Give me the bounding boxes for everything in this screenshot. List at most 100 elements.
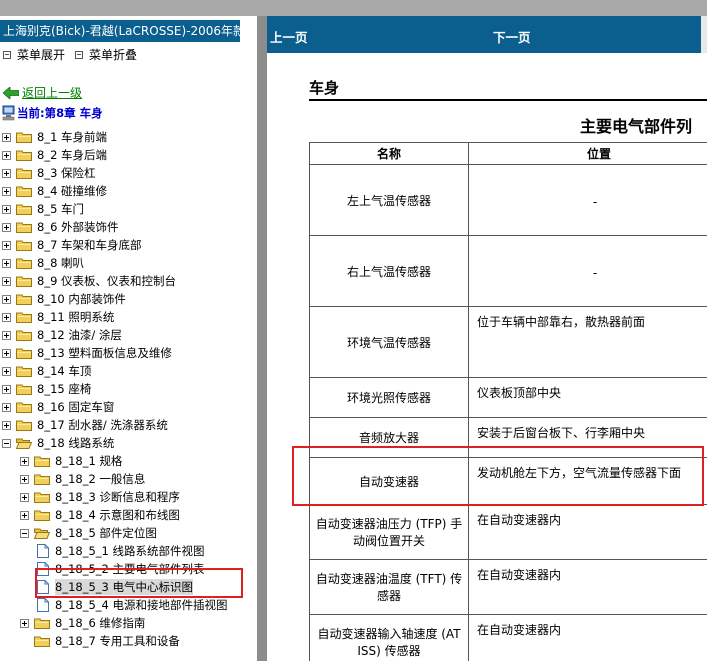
expand-icon[interactable] [2,402,11,412]
folder-icon [34,492,50,503]
tree-item[interactable]: 8_18_1 规格 [20,452,122,470]
tree-item-label: 8_11 照明系统 [37,310,115,324]
expand-icon[interactable] [2,222,11,232]
part-name-cell: 环境气温传感器 [309,306,469,378]
tree-item[interactable]: 8_18 线路系统 [2,434,114,452]
expand-icon[interactable] [2,132,11,142]
expand-icon[interactable] [2,186,11,196]
tree-item-label: 8_16 固定车窗 [37,400,115,414]
tree-item[interactable]: 8_6 外部装饰件 [2,218,119,236]
tree-item[interactable]: 8_7 车架和车身底部 [2,236,142,254]
part-location-cell: 在自动变速器内 [468,559,707,615]
tree-item-label: 8_4 碰撞维修 [37,184,108,198]
folder-icon [16,348,32,359]
expand-icon[interactable] [20,474,29,484]
computer-icon [2,105,15,121]
tree-item-label: 8_3 保险杠 [37,166,96,180]
menu-expand-button[interactable]: 菜单展开 [3,46,65,63]
selection-highlight-box [35,568,243,598]
expand-icon[interactable] [2,276,11,286]
tree-item[interactable]: 8_16 固定车窗 [2,398,114,416]
expand-icon[interactable] [20,456,29,466]
tree-item-label: 8_18_7 专用工具和设备 [55,634,180,648]
expand-icon[interactable] [20,492,29,502]
folder-icon [34,456,50,467]
folder-icon [16,132,32,143]
table-row: 自动变速器油压力 (TFP) 手动阀位置开关 在自动变速器内 [309,504,707,560]
collapse-square-icon [75,50,83,59]
tree-item[interactable]: 8_18_5 部件定位图 [20,524,157,542]
tree-item-label: 8_18_2 一般信息 [55,472,146,486]
expand-icon[interactable] [2,420,11,430]
tree-item[interactable]: 8_12 油漆/ 涂层 [2,326,122,344]
expand-icon[interactable] [2,204,11,214]
tree-item[interactable]: 8_2 车身后端 [2,146,107,164]
table-row: 自动变速器油温度 (TFT) 传感器 在自动变速器内 [309,559,707,615]
table-row: 右上气温传感器 - [309,235,707,307]
tree-item-label: 8_18_5_1 线路系统部件视图 [55,544,205,558]
tree-item[interactable]: 8_15 座椅 [2,380,91,398]
expand-icon[interactable] [2,150,11,160]
tree-item[interactable]: 8_18_6 维修指南 [20,614,145,632]
tree-item[interactable]: 8_11 照明系统 [2,308,114,326]
folder-icon [16,294,32,305]
expand-icon[interactable] [2,366,11,376]
tree-item[interactable]: 8_18_5_1 线路系统部件视图 [37,542,205,560]
expand-icon[interactable] [2,240,11,250]
tree-item[interactable]: 8_8 喇叭 [2,254,84,272]
tree-item[interactable]: 8_18_3 诊断信息和程序 [20,488,180,506]
content-pane: 上一页 下一页 车身 主要电气部件列 名称 位置 左上气温传感器 - 右上气温传感器… [267,16,707,661]
tree-item[interactable]: 8_18_5_4 电源和接地部件插视图 [37,596,228,614]
current-chapter: 当前:第8章 车身 [2,105,103,121]
page-navigation-bar: 上一页 下一页 [267,16,707,53]
table-row: 环境光照传感器 仪表板顶部中央 [309,377,707,418]
tree-item-label: 8_13 塑料面板信息及维修 [37,346,172,360]
expand-icon[interactable] [20,618,29,628]
table-row: 环境气温传感器 位于车辆中部靠右，散热器前面 [309,306,707,378]
tree-item[interactable]: 8_13 塑料面板信息及维修 [2,344,172,362]
tree-item[interactable]: 8_10 内部装饰件 [2,290,126,308]
tree-item[interactable]: 8_18_2 一般信息 [20,470,145,488]
collapse-icon[interactable] [2,438,11,448]
document-icon [37,598,49,612]
tree-item[interactable]: 8_4 碰撞维修 [2,182,107,200]
tree-item-label: 8_18 线路系统 [37,436,115,450]
tree-item[interactable]: 8_3 保险杠 [2,164,96,182]
expand-icon[interactable] [2,312,11,322]
expand-icon[interactable] [2,348,11,358]
expand-icon[interactable] [20,510,29,520]
tree-item[interactable]: 8_5 车门 [2,200,84,218]
expand-icon[interactable] [2,168,11,178]
folder-icon [16,258,32,269]
expand-icon[interactable] [2,384,11,394]
expand-icon[interactable] [2,258,11,268]
collapse-icon[interactable] [20,528,29,538]
expand-icon[interactable] [2,294,11,304]
tree-item[interactable]: 8_18_7 专用工具和设备 [20,632,180,650]
pane-splitter[interactable] [257,16,267,661]
tree-item[interactable]: 8_9 仪表板、仪表和控制台 [2,272,176,290]
next-page-button[interactable]: 下一页 [493,27,531,46]
row-highlight-box [292,446,704,506]
part-name-cell: 自动变速器油压力 (TFP) 手动阀位置开关 [309,504,469,560]
back-arrow-icon [3,86,19,99]
open-folder-icon [34,528,50,539]
expand-icon[interactable] [2,330,11,340]
tree-item-label: 8_18_1 规格 [55,454,123,468]
tree-item[interactable]: 8_14 车顶 [2,362,91,380]
tree-item-label: 8_6 外部装饰件 [37,220,119,234]
tree-item[interactable]: 8_1 车身前端 [2,128,107,146]
tree-item-label: 8_15 座椅 [37,382,92,396]
window-top-strip [0,0,707,16]
tree-item[interactable]: 8_18_4 示意图和布线图 [20,506,180,524]
back-link[interactable]: 返回上一级 [3,84,82,101]
tree-item-label: 8_2 车身后端 [37,148,108,162]
folder-icon [34,636,50,647]
tree-item[interactable]: 8_17 刮水器/ 洗涤器系统 [2,416,168,434]
prev-page-button[interactable]: 上一页 [270,27,308,46]
tree-item-label: 8_18_4 示意图和布线图 [55,508,180,522]
folder-icon [16,186,32,197]
menu-collapse-button[interactable]: 菜单折叠 [75,46,137,63]
table-header-row: 名称 位置 [309,142,707,165]
folder-icon [16,330,32,341]
